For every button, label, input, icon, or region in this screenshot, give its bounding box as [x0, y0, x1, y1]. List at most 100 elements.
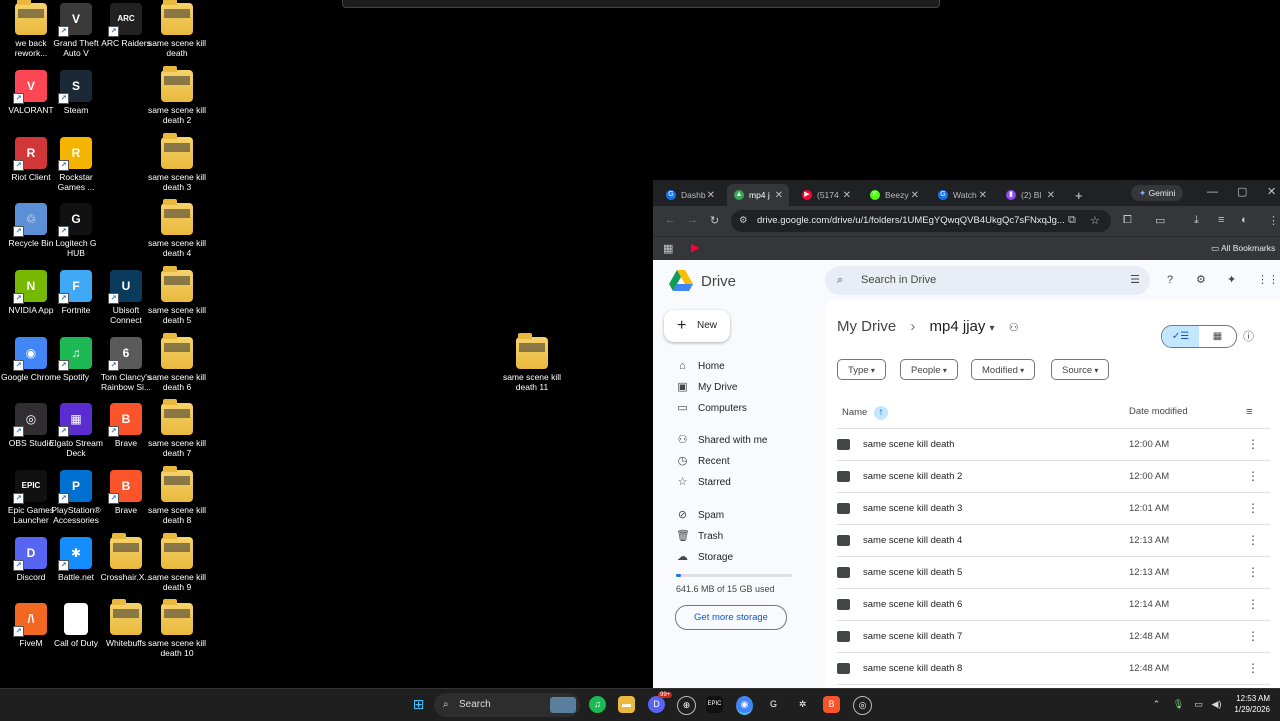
share-people-icon[interactable]: ⚇	[1009, 322, 1019, 334]
more-actions-icon[interactable]: ⋮	[1247, 629, 1259, 643]
desktop-icon[interactable]: same scene kill death 4	[147, 199, 207, 258]
minimize-button[interactable]: —	[1207, 186, 1218, 198]
profile-icon[interactable]: ◐	[1241, 214, 1248, 226]
desktop-icon[interactable]: same scene kill death 10	[147, 599, 207, 658]
desktop-icon[interactable]: same scene kill death 6	[147, 333, 207, 392]
all-bookmarks[interactable]: ▭ All Bookmarks	[1211, 243, 1275, 254]
browser-tab[interactable]: G Dashb ✕	[659, 184, 721, 206]
breadcrumb-current-folder[interactable]: mp4 jjay	[930, 318, 986, 335]
tab-close-icon[interactable]: ✕	[979, 190, 987, 201]
new-tab-button[interactable]: +	[1075, 184, 1083, 206]
more-actions-icon[interactable]: ⋮	[1247, 565, 1259, 579]
desktop-icon[interactable]: same scene kill death 9	[147, 533, 207, 592]
desktop-icon[interactable]: same scene kill death	[147, 0, 207, 58]
breadcrumb-my-drive[interactable]: My Drive	[837, 318, 896, 335]
drive-search-input[interactable]: ⌕ Search in Drive ☰	[825, 266, 1150, 295]
desktop-icon[interactable]: R ↗ Rockstar Games ...	[46, 137, 106, 192]
windows-start-icon[interactable]: ⊞	[410, 696, 427, 713]
nav-item[interactable]: ⚇ Shared with me	[676, 434, 768, 447]
desktop-icon[interactable]: S ↗ Steam	[46, 70, 106, 115]
volume-icon[interactable]: ◀)	[1208, 696, 1225, 713]
more-actions-icon[interactable]: ⋮	[1247, 597, 1259, 611]
network-icon[interactable]: ▭	[1190, 696, 1207, 713]
reload-icon[interactable]: ↻	[710, 214, 719, 227]
obs-taskbar-icon[interactable]: ◎	[853, 696, 872, 715]
filter-chip[interactable]: Source ▾	[1051, 359, 1110, 380]
nav-item[interactable]: 🗑 Trash	[676, 530, 723, 543]
desktop-icon[interactable]: same scene kill death 8	[147, 466, 207, 525]
file-row[interactable]: same scene kill death 5 12:13 AM ⋮	[837, 556, 1270, 589]
nav-item[interactable]: ▣ My Drive	[676, 381, 737, 394]
get-more-storage-button[interactable]: Get more storage	[675, 605, 787, 630]
tab-close-icon[interactable]: ✕	[707, 190, 715, 201]
browser-tab[interactable]: G Watch ✕	[931, 184, 993, 206]
info-icon[interactable]: ⓘ	[1243, 328, 1254, 344]
sort-options-icon[interactable]: ≡	[1246, 406, 1252, 418]
filter-chip[interactable]: People ▾	[900, 359, 958, 380]
download-icon[interactable]: ⤓	[1194, 214, 1199, 227]
youtube-bookmark-icon[interactable]: ▶	[691, 241, 699, 254]
taskbar-search[interactable]: ⌕ Search	[434, 693, 580, 717]
install-icon[interactable]: ⧉	[1068, 214, 1076, 227]
column-date-header[interactable]: Date modified	[1129, 406, 1188, 417]
more-actions-icon[interactable]: ⋮	[1247, 469, 1259, 483]
brave-taskbar-icon[interactable]: B	[823, 696, 840, 713]
clock[interactable]: 12:53 AM 1/29/2026	[1228, 693, 1270, 715]
extensions-icon[interactable]: ⧠	[1123, 214, 1132, 227]
tab-close-icon[interactable]: ✕	[911, 190, 919, 201]
file-row[interactable]: same scene kill death 7 12:48 AM ⋮	[837, 620, 1270, 653]
file-row[interactable]: same scene kill death 3 12:01 AM ⋮	[837, 492, 1270, 525]
file-row[interactable]: same scene kill death 8 12:48 AM ⋮	[837, 652, 1270, 685]
address-bar[interactable]: ⚙ drive.google.com/drive/u/1/folders/1UM…	[731, 210, 1111, 232]
tab-close-icon[interactable]: ✕	[775, 190, 783, 201]
site-info-icon[interactable]: ⚙	[739, 210, 748, 232]
discord-taskbar-icon[interactable]: D	[648, 696, 665, 713]
close-window-button[interactable]: ✕	[1267, 185, 1276, 198]
browser-tab[interactable]: ▮ (2) Bl ✕	[999, 184, 1061, 206]
reading-list-icon[interactable]: ≡	[1218, 214, 1224, 226]
grid-view-icon[interactable]: ▦	[1199, 326, 1236, 347]
browser-tab[interactable]: K Beezy ✕	[863, 184, 925, 206]
file-row[interactable]: same scene kill death 12:00 AM ⋮	[837, 428, 1270, 461]
nav-item[interactable]: ▭ Computers	[676, 402, 747, 415]
epic-taskbar-icon[interactable]: EPIC	[706, 696, 723, 713]
chevron-down-icon[interactable]: ▾	[990, 323, 995, 334]
file-row[interactable]: same scene kill death 6 12:14 AM ⋮	[837, 588, 1270, 621]
mic-icon[interactable]: 🎙	[1170, 696, 1187, 713]
tab-close-icon[interactable]: ✕	[1047, 190, 1055, 201]
apps-icon[interactable]: ▦	[663, 242, 673, 255]
tray-chevron-up-icon[interactable]: ⌃	[1148, 696, 1165, 713]
more-actions-icon[interactable]: ⋮	[1247, 661, 1259, 675]
more-actions-icon[interactable]: ⋮	[1247, 501, 1259, 515]
desktop-icon[interactable]: G ↗ Logitech G HUB	[46, 203, 106, 258]
settings-taskbar-icon[interactable]: ✲	[794, 696, 811, 713]
apps-grid-icon[interactable]: ⋮⋮	[1257, 273, 1279, 286]
forward-icon[interactable]: →	[687, 214, 698, 226]
settings-gear-icon[interactable]: ⚙	[1196, 273, 1206, 286]
nav-item[interactable]: ◷ Recent	[676, 455, 730, 468]
browser-tab[interactable]: ▶ (5174 ✕	[795, 184, 857, 206]
column-name-header[interactable]: Name ↑	[842, 406, 888, 420]
desktop-icon[interactable]: same scene kill death 7	[147, 399, 207, 458]
search-options-icon[interactable]: ☰	[1130, 266, 1140, 295]
desktop-icon[interactable]: same scene kill death 2	[147, 66, 207, 125]
filter-chip[interactable]: Modified ▾	[971, 359, 1036, 380]
more-actions-icon[interactable]: ⋮	[1247, 437, 1259, 451]
tab-search-icon[interactable]: ▭	[1155, 214, 1165, 227]
chrome-taskbar-icon[interactable]: ◉	[736, 696, 753, 715]
gemini-sparkle-icon[interactable]: ✦	[1227, 273, 1236, 286]
desktop-icon[interactable]: same scene kill death 3	[147, 133, 207, 192]
bookmark-star-icon[interactable]: ☆	[1090, 214, 1100, 227]
menu-icon[interactable]: ⋮	[1268, 214, 1279, 227]
desktop-icon[interactable]: same scene kill death 11	[502, 333, 562, 392]
nav-item[interactable]: ⌂ Home	[676, 360, 725, 373]
logitech-taskbar-icon[interactable]: G	[765, 696, 782, 713]
nav-item[interactable]: ☆ Starred	[676, 476, 731, 489]
crosshair-taskbar-icon[interactable]: ⊕	[677, 696, 696, 715]
file-row[interactable]: same scene kill death 2 12:00 AM ⋮	[837, 460, 1270, 493]
filter-chip[interactable]: Type ▾	[837, 359, 886, 380]
file-explorer-icon[interactable]: ▬	[618, 696, 635, 713]
nav-item[interactable]: ⊘ Spam	[676, 509, 724, 522]
more-actions-icon[interactable]: ⋮	[1247, 533, 1259, 547]
list-view-icon[interactable]: ✓☰	[1162, 326, 1199, 347]
